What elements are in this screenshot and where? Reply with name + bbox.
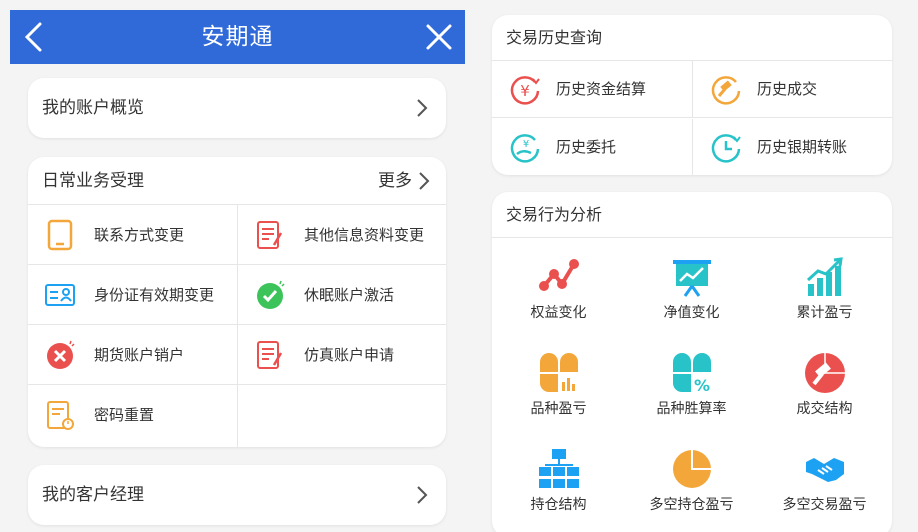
gavel-red-icon (805, 353, 845, 393)
analysis-item-label: 权益变化 (530, 305, 587, 321)
analysis-item-label: 累计盈亏 (796, 305, 853, 321)
analysis-item-cumulative-pnl[interactable]: 累计盈亏 (758, 244, 891, 340)
business-item-password-reset[interactable]: 密码重置 (28, 385, 237, 447)
hand-money-icon: ¥ (510, 134, 540, 163)
analysis-item-nav-change[interactable]: 净值变化 (625, 244, 758, 340)
history-item-label: 历史银期转账 (757, 138, 848, 156)
analysis-item-long-short-position[interactable]: 多空持仓盈亏 (625, 436, 758, 532)
business-item-id-expiry[interactable]: 身份证有效期变更 (28, 265, 237, 325)
chevron-right-icon (417, 99, 428, 117)
trade-analysis-header: 交易行为分析 (492, 192, 892, 238)
id-card-icon (45, 284, 75, 306)
chevron-right-icon (417, 486, 428, 504)
bar-trend-icon (806, 257, 843, 296)
password-reset-icon (47, 401, 74, 430)
business-item-close-account[interactable]: 期货账户销户 (28, 325, 237, 385)
handshake-icon (806, 458, 844, 482)
svg-text:%: % (694, 376, 710, 394)
analysis-item-label: 品种胜算率 (656, 401, 727, 417)
clock-circle-icon (711, 134, 741, 163)
history-item-orders[interactable]: ¥ 历史委托 (492, 119, 692, 175)
quad-percent-icon: % (673, 353, 711, 394)
analysis-item-win-rate[interactable]: % 品种胜算率 (625, 340, 758, 436)
account-manager-row[interactable]: 我的客户经理 (28, 465, 446, 525)
daily-business-title: 日常业务受理 (42, 171, 144, 191)
check-circle-icon (257, 280, 285, 309)
business-item-dormant-activate[interactable]: 休眠账户激活 (237, 265, 446, 325)
presentation-chart-icon (673, 260, 711, 297)
line-nodes-icon (539, 259, 579, 291)
history-item-label: 历史资金结算 (556, 80, 647, 98)
document-edit-icon (257, 341, 283, 369)
history-item-trades[interactable]: 历史成交 (692, 61, 892, 118)
tablet-icon (47, 219, 73, 251)
analysis-item-label: 多空持仓盈亏 (649, 497, 734, 513)
chevron-right-icon[interactable] (418, 171, 430, 191)
business-item-contact[interactable]: 联系方式变更 (28, 205, 237, 265)
right-panel: 交易历史查询 ¥ 历史资金结算 历史成交 ¥ 历史委托 历史银期转账 交易行为分… (492, 10, 892, 532)
quad-bars-icon (540, 353, 578, 392)
analysis-item-position-structure[interactable]: 持仓结构 (492, 436, 625, 532)
business-item-label: 密码重置 (94, 406, 155, 424)
analysis-item-label: 净值变化 (663, 305, 720, 321)
org-chart-icon (539, 449, 579, 488)
analysis-item-label: 成交结构 (796, 401, 853, 417)
analysis-item-trade-structure[interactable]: 成交结构 (758, 340, 891, 436)
history-item-bank-transfer[interactable]: 历史银期转账 (692, 119, 892, 175)
analysis-item-label: 多空交易盈亏 (782, 497, 867, 513)
business-item-label: 仿真账户申请 (304, 346, 395, 364)
app-bar: 安期通 (10, 10, 465, 64)
trade-history-title: 交易历史查询 (506, 28, 603, 47)
trade-history-card: 交易历史查询 ¥ 历史资金结算 历史成交 ¥ 历史委托 历史银期转账 (492, 15, 892, 175)
business-item-label: 联系方式变更 (94, 226, 185, 244)
analysis-item-product-pnl[interactable]: 品种盈亏 (492, 340, 625, 436)
close-circle-icon (47, 340, 75, 369)
history-item-label: 历史成交 (757, 80, 818, 98)
gavel-circle-icon (711, 76, 741, 105)
left-panel: 安期通 我的账户概览 日常业务受理 更多 联系方式变更 其他信息资料变更 身份证… (10, 10, 465, 532)
daily-business-card: 日常业务受理 更多 联系方式变更 其他信息资料变更 身份证有效期变更 休眠账户激… (28, 157, 446, 447)
svg-text:¥: ¥ (523, 139, 529, 150)
document-edit-icon (257, 221, 283, 249)
history-item-label: 历史委托 (556, 138, 617, 156)
close-icon[interactable] (425, 23, 453, 51)
business-item-other-info[interactable]: 其他信息资料变更 (237, 205, 446, 265)
empty-cell (237, 385, 446, 447)
business-item-label: 身份证有效期变更 (94, 286, 215, 304)
yen-circle-icon: ¥ (510, 76, 540, 105)
app-title: 安期通 (201, 24, 274, 50)
trade-history-header: 交易历史查询 (492, 15, 892, 61)
daily-business-header: 日常业务受理 更多 (28, 157, 446, 205)
business-item-label: 休眠账户激活 (304, 286, 395, 304)
account-overview-label: 我的账户概览 (42, 98, 144, 118)
account-overview-row[interactable]: 我的账户概览 (28, 78, 446, 138)
business-item-label: 期货账户销户 (94, 346, 185, 364)
analysis-item-label: 品种盈亏 (530, 401, 587, 417)
account-manager-label: 我的客户经理 (42, 485, 144, 505)
history-item-fund-settlement[interactable]: ¥ 历史资金结算 (492, 61, 692, 118)
business-item-label: 其他信息资料变更 (304, 226, 425, 244)
trade-analysis-title: 交易行为分析 (506, 205, 603, 224)
analysis-item-equity-change[interactable]: 权益变化 (492, 244, 625, 340)
business-item-simulation-apply[interactable]: 仿真账户申请 (237, 325, 446, 385)
trade-analysis-card: 交易行为分析 权益变化 净值变化 累计盈亏 品种盈亏 % 品种胜算率 成交结构 (492, 192, 892, 532)
more-link[interactable]: 更多 (378, 157, 412, 205)
pie-chart-icon (673, 450, 711, 488)
analysis-item-label: 持仓结构 (530, 497, 587, 513)
svg-text:¥: ¥ (520, 82, 530, 100)
analysis-item-long-short-trade[interactable]: 多空交易盈亏 (758, 436, 891, 532)
